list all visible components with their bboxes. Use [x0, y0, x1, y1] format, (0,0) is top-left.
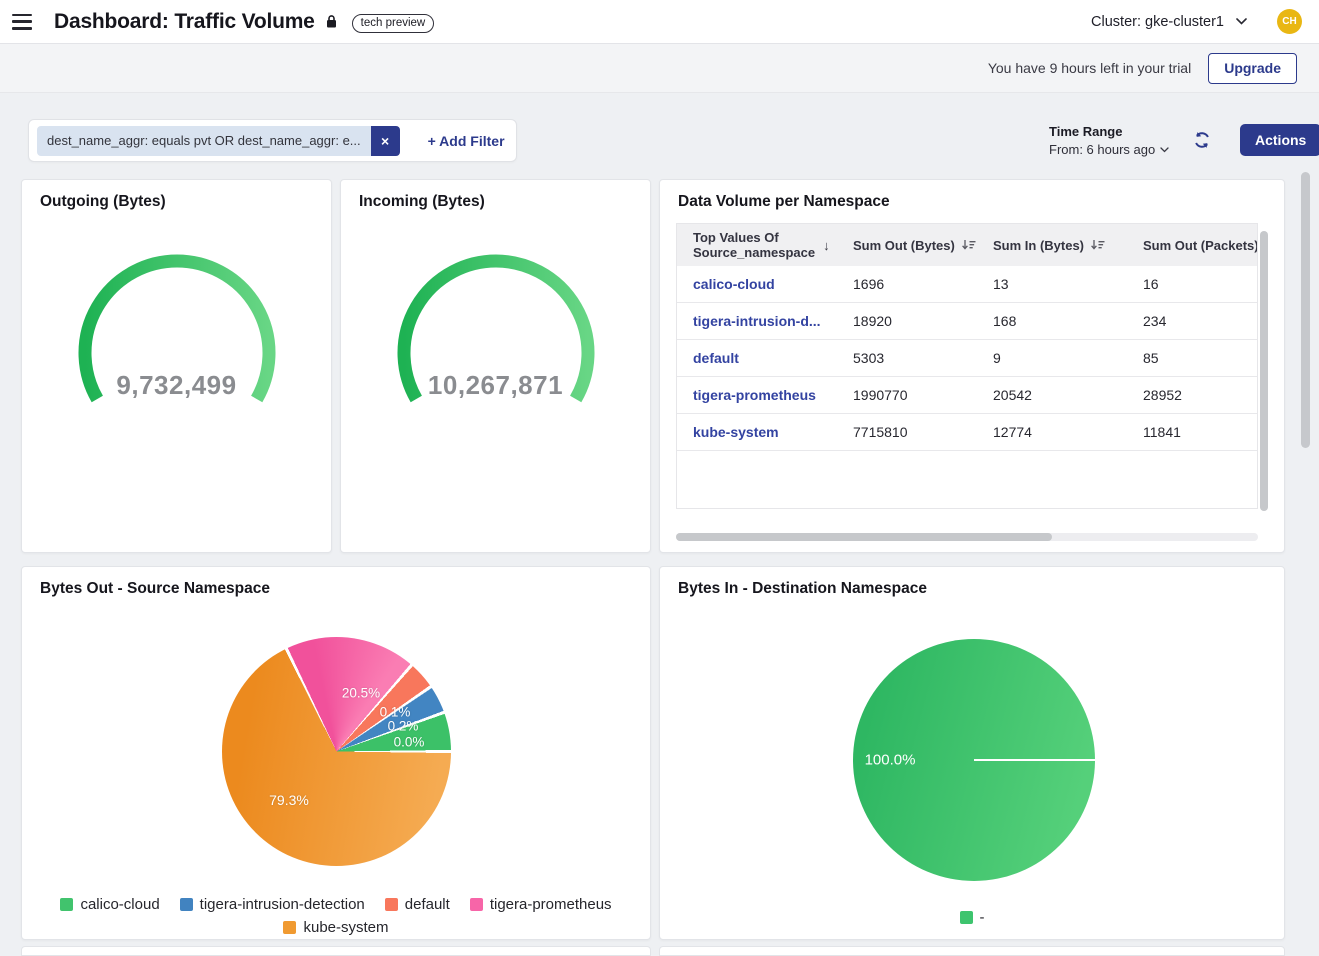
cell-packets: 234 — [1127, 313, 1257, 329]
cluster-selector[interactable]: Cluster: gke-cluster1 — [1091, 14, 1247, 30]
filter-bar: dest_name_aggr: equals pvt OR dest_name_… — [28, 119, 517, 162]
time-range-dropdown[interactable]: From: 6 hours ago — [1049, 142, 1169, 157]
cell-sum-in: 168 — [977, 313, 1127, 329]
sort-icon — [1090, 239, 1105, 251]
table-row: tigera-prometheus 1990770 20542 28952 — [677, 377, 1257, 414]
actions-button[interactable]: Actions — [1240, 124, 1319, 156]
card-title: Bytes In - Destination Namespace — [660, 567, 1284, 598]
lock-icon — [325, 14, 338, 29]
namespace-link[interactable]: kube-system — [677, 424, 837, 440]
card-outgoing-bytes: Outgoing (Bytes) 9,732,499 — [21, 179, 332, 553]
legend-swatch — [60, 898, 73, 911]
page-title: Dashboard: Traffic Volume — [54, 10, 315, 34]
card-title: Incoming (Bytes) — [341, 180, 650, 211]
column-header-sum-out-bytes[interactable]: Sum Out (Bytes) — [837, 238, 977, 253]
namespace-table: Top Values Of Source_namespace ↓ Sum Out… — [676, 223, 1258, 509]
namespace-link[interactable]: calico-cloud — [677, 276, 837, 292]
add-filter-button[interactable]: + Add Filter — [428, 133, 505, 149]
card-title: Data Volume per Namespace — [660, 180, 1284, 211]
chevron-down-icon — [1160, 147, 1169, 153]
legend-item[interactable]: tigera-prometheus — [470, 896, 612, 913]
table-vertical-scrollbar[interactable] — [1260, 231, 1268, 511]
time-range-value: From: 6 hours ago — [1049, 142, 1155, 157]
tech-preview-badge: tech preview — [352, 14, 435, 33]
next-row-card-edge — [659, 946, 1285, 956]
legend-swatch — [470, 898, 483, 911]
chevron-down-icon — [1236, 18, 1247, 25]
namespace-link[interactable]: tigera-prometheus — [677, 387, 837, 403]
pie-slice-label: 79.3% — [269, 792, 309, 808]
card-title: Bytes Out - Source Namespace — [22, 567, 650, 598]
pie-chart-bytes-out[interactable] — [222, 637, 451, 866]
pie-slice-label: 0.1% — [380, 705, 411, 720]
cell-sum-out: 1696 — [837, 276, 977, 292]
avatar[interactable]: CH — [1277, 9, 1302, 34]
pie-slice-divider — [974, 759, 1095, 761]
app-header: Dashboard: Traffic Volume tech preview C… — [0, 0, 1319, 44]
column-header-sum-out-packets[interactable]: Sum Out (Packets) — [1127, 238, 1257, 253]
legend-swatch — [385, 898, 398, 911]
namespace-link[interactable]: default — [677, 350, 837, 366]
legend-item[interactable]: kube-system — [283, 919, 388, 936]
legend-item[interactable]: calico-cloud — [60, 896, 159, 913]
refresh-icon — [1192, 130, 1212, 150]
card-bytes-in-pie: Bytes In - Destination Namespace 100.0% … — [659, 566, 1285, 940]
namespace-link[interactable]: tigera-intrusion-d... — [677, 313, 837, 329]
trial-banner: You have 9 hours left in your trial Upgr… — [0, 44, 1319, 93]
time-range: Time Range From: 6 hours ago — [1049, 124, 1169, 157]
legend-item[interactable]: - — [960, 909, 985, 926]
pie-legend: - — [660, 909, 1284, 926]
pie-slice-label: 0.0% — [394, 735, 425, 750]
card-incoming-bytes: Incoming (Bytes) 10,267,871 — [340, 179, 651, 553]
table-horizontal-scrollbar-track — [676, 533, 1258, 541]
gauge-value: 9,732,499 — [22, 370, 331, 401]
table-row: default 5303 9 85 — [677, 340, 1257, 377]
cell-packets: 85 — [1127, 350, 1257, 366]
table-row: kube-system 7715810 12774 11841 — [677, 414, 1257, 451]
cell-sum-in: 20542 — [977, 387, 1127, 403]
remove-filter-button[interactable]: × — [371, 126, 400, 156]
pie-legend: calico-cloud tigera-intrusion-detection … — [22, 896, 650, 936]
sort-down-arrow-icon: ↓ — [823, 238, 830, 253]
trial-message: You have 9 hours left in your trial — [988, 60, 1191, 76]
cell-sum-in: 12774 — [977, 424, 1127, 440]
cell-sum-out: 5303 — [837, 350, 977, 366]
legend-item[interactable]: tigera-intrusion-detection — [180, 896, 365, 913]
next-row-card-edge — [21, 946, 651, 956]
cluster-label: Cluster: gke-cluster1 — [1091, 14, 1224, 30]
pie-slice-label: 0.2% — [388, 719, 419, 734]
card-bytes-out-pie: Bytes Out - Source Namespace 20.5% 0.1% … — [21, 566, 651, 940]
time-range-label: Time Range — [1049, 124, 1169, 139]
legend-swatch — [960, 911, 973, 924]
legend-item[interactable]: default — [385, 896, 450, 913]
cell-sum-out: 1990770 — [837, 387, 977, 403]
cell-sum-out: 7715810 — [837, 424, 977, 440]
cell-packets: 11841 — [1127, 424, 1257, 440]
card-data-volume-table: Data Volume per Namespace Top Values Of … — [659, 179, 1285, 553]
column-header-sum-in-bytes[interactable]: Sum In (Bytes) — [977, 238, 1127, 253]
legend-swatch — [180, 898, 193, 911]
refresh-button[interactable] — [1192, 130, 1212, 150]
table-row: calico-cloud 1696 13 16 — [677, 266, 1257, 303]
table-header-row: Top Values Of Source_namespace ↓ Sum Out… — [677, 224, 1257, 266]
legend-swatch — [283, 921, 296, 934]
page-vertical-scrollbar[interactable] — [1301, 172, 1310, 448]
table-row: tigera-intrusion-d... 18920 168 234 — [677, 303, 1257, 340]
cell-sum-in: 13 — [977, 276, 1127, 292]
gauge-value: 10,267,871 — [341, 370, 650, 401]
filter-chip-label: dest_name_aggr: equals pvt OR dest_name_… — [37, 126, 371, 156]
upgrade-button[interactable]: Upgrade — [1208, 53, 1297, 84]
pie-slice-label: 100.0% — [865, 752, 916, 769]
hamburger-menu-icon[interactable] — [12, 14, 32, 30]
cell-sum-out: 18920 — [837, 313, 977, 329]
filter-chip[interactable]: dest_name_aggr: equals pvt OR dest_name_… — [37, 126, 400, 156]
column-header-source-namespace[interactable]: Top Values Of Source_namespace ↓ — [677, 230, 837, 260]
card-title: Outgoing (Bytes) — [22, 180, 331, 211]
sort-icon — [961, 239, 976, 251]
pie-slice-label: 20.5% — [342, 686, 380, 701]
cell-sum-in: 9 — [977, 350, 1127, 366]
cell-packets: 16 — [1127, 276, 1257, 292]
table-horizontal-scrollbar[interactable] — [676, 533, 1052, 541]
cell-packets: 28952 — [1127, 387, 1257, 403]
